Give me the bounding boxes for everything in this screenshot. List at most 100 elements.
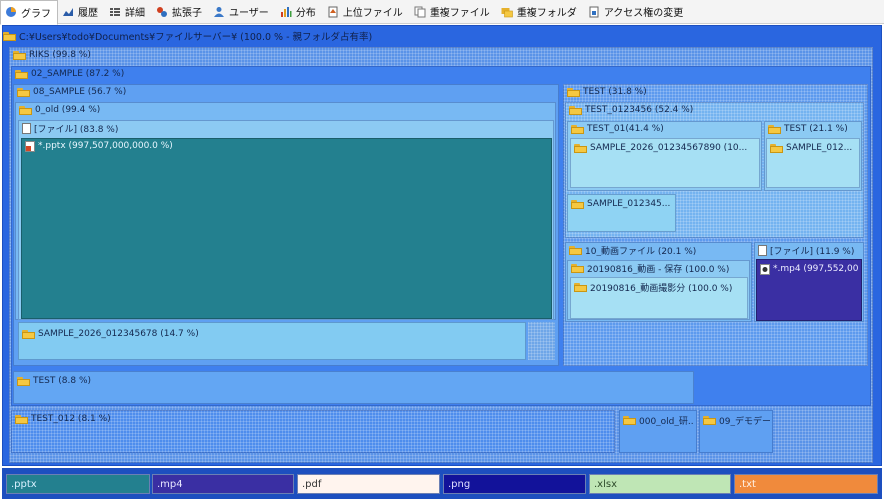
tab-label: 拡張子 [172,8,202,19]
folder-000-old[interactable]: 000_old_研... [619,410,697,453]
legend-label: .txt [739,478,756,490]
legend-label: .png [448,478,471,490]
folder-label: SAMPLE_2026_01234567890 (10... [590,143,748,153]
tab-label: 上位ファイル [342,8,403,19]
tab-label: 重複フォルダ [516,8,577,19]
folder-label: TEST_012 (8.1 %) [31,414,111,424]
tab-label: アクセス権の変更 [603,8,684,19]
tab-user[interactable]: ユーザー [209,1,276,23]
tab-distribution[interactable]: 分布 [276,1,323,23]
legend-label: .pptx [11,478,37,490]
tab-label: 分布 [295,8,316,19]
folder-label: 08_SAMPLE (56.7 %) [33,87,127,97]
folder-icon [569,105,582,115]
folder-icon [703,415,716,425]
folder-sample-2026-b[interactable]: SAMPLE_2026_01234567890 (10... [570,138,760,188]
folder-sample-012-b[interactable]: SAMPLE_012... [766,138,860,188]
folder-icon [571,263,584,273]
duplicate-file-icon [414,6,426,17]
folder-label: TEST (31.8 %) [583,87,647,97]
folder-icon [770,143,783,153]
folder-label: 0_old (99.4 %) [35,105,101,115]
legend-label: .xlsx [594,478,618,490]
file-pptx[interactable]: *.pptx (997,507,000,000.0 %) [21,138,552,319]
folder-label: 02_SAMPLE (87.2 %) [31,69,125,79]
folder-label: SAMPLE_012... [786,143,853,153]
tab-history[interactable]: 履歴 [58,1,105,23]
folder-20190816-shoot[interactable]: 20190816_動画撮影分 (100.0 %) [570,277,748,319]
tab-graph[interactable]: グラフ [0,0,58,25]
tab-label: 詳細 [125,8,145,19]
legend-label: .pdf [302,478,322,490]
folder-label: 09_デモデー... [719,416,770,427]
small-files-area [528,322,555,360]
folder-icon [571,124,584,134]
folder-label: [ファイル] (11.9 %) [770,246,855,257]
file-icon [22,122,31,134]
tab-duplicate-folders[interactable]: 重複フォルダ [497,1,584,23]
tab-top-files[interactable]: 上位ファイル [323,1,410,23]
folder-icon [569,245,582,255]
permission-icon [589,6,599,17]
folder-label: SAMPLE_2026_012345678 (14.7 %) [38,329,199,339]
folder-label: SAMPLE_012345... [587,199,671,209]
folder-icon [574,282,587,292]
legend-item-png[interactable]: .png [443,474,586,494]
folder-icon [567,87,580,97]
folder-label: 10_動画ファイル (20.1 %) [585,246,697,257]
tab-label: グラフ [21,8,51,20]
file-label: *.mp4 (997,552,00... [773,264,859,274]
folder-label: 20190816_動画撮影分 (100.0 %) [590,283,733,294]
breadcrumb: C:¥Users¥todo¥Documents¥ファイルサーバー¥ (100.0… [3,29,879,43]
tab-extension[interactable]: 拡張子 [152,1,209,23]
tab-details[interactable]: 詳細 [105,1,152,23]
folder-label: 000_old_研... [639,416,694,427]
folder-test-012[interactable]: TEST_012 (8.1 %) [11,410,615,453]
details-list-icon [110,7,120,16]
tab-label: ユーザー [229,8,269,19]
tab-permission-change[interactable]: アクセス権の変更 [584,1,691,23]
distribution-icon [280,6,292,17]
legend-item-txt[interactable]: .txt [734,474,878,494]
legend-item-mp4[interactable]: .mp4 [152,474,294,494]
legend-item-xlsx[interactable]: .xlsx [589,474,731,494]
folder-label: TEST (8.8 %) [33,376,92,386]
tab-duplicate-files[interactable]: 重複ファイル [410,1,497,23]
folder-test-8[interactable]: TEST (8.8 %) [13,371,694,404]
folder-09-demo[interactable]: 09_デモデー... [699,410,773,453]
folder-icon [571,199,584,209]
folder-icon [19,105,32,115]
video-file-icon [760,263,770,275]
legend-item-pptx[interactable]: .pptx [6,474,150,494]
folder-icon [22,329,35,339]
pie-chart-icon [6,7,16,17]
user-icon [214,6,224,17]
folder-icon [17,87,30,97]
folder-sample-2026-a[interactable]: SAMPLE_2026_012345678 (14.7 %) [18,322,526,360]
folder-icon [574,143,587,153]
tab-label: 履歴 [78,8,98,19]
history-icon [63,7,73,16]
tab-label: 重複ファイル [429,8,490,19]
folder-icon [3,31,16,41]
legend-label: .mp4 [157,478,183,490]
folder-sample-012-c[interactable]: SAMPLE_012345... [567,194,676,232]
folder-label: TEST (21.1 %) [784,124,848,134]
folder-icon [15,414,28,424]
file-mp4[interactable]: *.mp4 (997,552,00... [756,259,862,321]
folder-icon [17,376,30,386]
extension-icon [157,6,167,17]
breadcrumb-text: C:¥Users¥todo¥Documents¥ファイルサーバー¥ (100.0… [19,32,373,43]
folder-label: 20190816_動画 - 保存 (100.0 %) [587,264,730,275]
toolbar: グラフ 履歴 詳細 拡張子 ユーザー 分布 上位ファイル 重複ファイル 重複フォ… [0,0,884,25]
pptx-icon [25,140,35,152]
folder-label: RIKS (99.8 %) [29,50,91,60]
folder-label: [ファイル] (83.8 %) [34,124,119,135]
folder-label: TEST_0123456 (52.4 %) [585,105,694,115]
top-files-icon [328,6,338,17]
file-icon [758,244,767,256]
file-label: *.pptx (997,507,000,000.0 %) [38,141,173,151]
legend-item-pdf[interactable]: .pdf [297,474,440,494]
folder-label: TEST_01(41.4 %) [587,124,664,134]
folder-icon [13,50,26,60]
